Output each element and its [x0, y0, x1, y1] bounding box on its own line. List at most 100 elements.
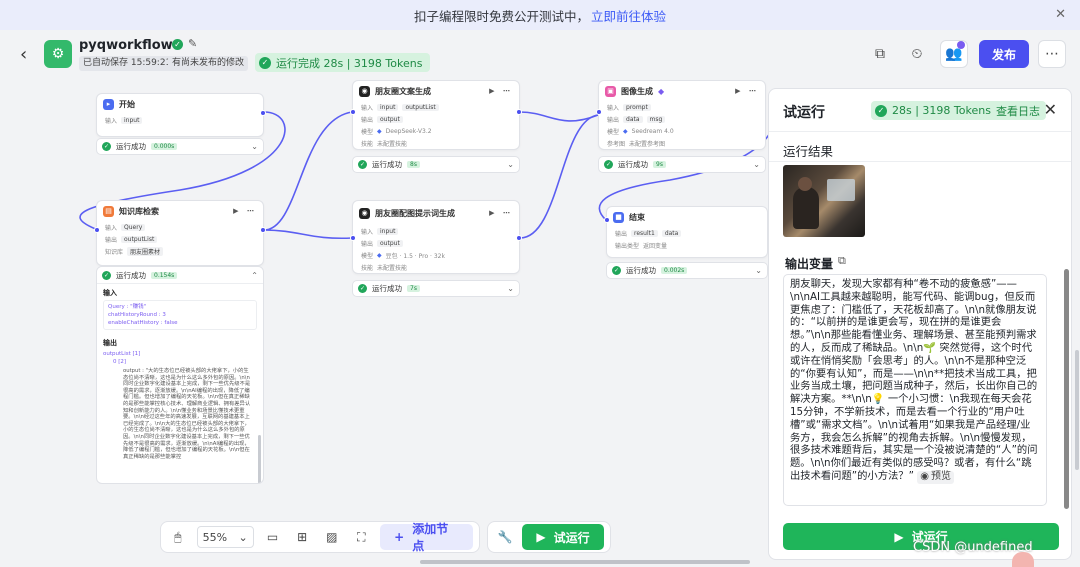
chevron-down-icon: ⌄: [238, 530, 248, 544]
node-copywrite[interactable]: ◉ 朋友圈文案生成 ▶ ⋯ 输入 input outputList 输出 output 模…: [350, 80, 522, 150]
diamond-icon: ◆: [658, 86, 665, 96]
chevron-down-icon[interactable]: ⌄: [507, 284, 514, 293]
run-text: 运行成功: [372, 284, 402, 293]
fit-view-icon[interactable]: ⛶: [351, 530, 373, 545]
input-label: 输入: [607, 104, 620, 112]
panel-title: 试运行: [783, 105, 825, 121]
run-toolbar: 🔧 ▶ 试运行: [487, 521, 611, 553]
tree-node[interactable]: 0 [2]: [103, 358, 257, 366]
close-icon[interactable]: ✕: [1055, 7, 1066, 22]
run-text: 运行成功: [116, 270, 146, 280]
input-tag: input: [377, 227, 399, 235]
detail-scrollbar[interactable]: [258, 435, 261, 483]
detail-output-text: output : "大的生态位已经被头部的大佬拿下，小的生态位尚不清晰，这也是为…: [123, 368, 251, 460]
back-arrow-icon[interactable]: ‹: [20, 44, 27, 65]
chevron-down-icon[interactable]: ⌄: [251, 142, 258, 151]
prompt-run-status[interactable]: ✓ 运行成功 7s ⌄: [352, 280, 520, 297]
copywrite-run-status[interactable]: ✓ 运行成功 8s ⌄: [352, 156, 520, 173]
input-label: 输入: [105, 117, 118, 125]
input-port[interactable]: [596, 109, 602, 115]
node-start[interactable]: ▸ 开始 输入 input: [96, 93, 266, 137]
output-text-box[interactable]: 朋友聊天，发现大家都有种“卷不动的疲惫感”——\n\nAI工具越来越聪明，能写代…: [783, 274, 1047, 506]
type-label: 输出类型: [615, 242, 640, 250]
kb-run-status[interactable]: ✓ 运行成功 0.154s ⌃: [97, 267, 263, 284]
mouse-icon[interactable]: 🖱: [167, 530, 189, 545]
node-copywrite-title: 朋友圈文案生成: [375, 86, 431, 96]
run-status-badge[interactable]: ✓ 运行完成 28s | 3198 Tokens: [255, 53, 431, 72]
page-scrollbar[interactable]: [1075, 350, 1079, 470]
chevron-down-icon[interactable]: ⌄: [755, 266, 762, 275]
chevron-up-icon[interactable]: ⌃: [251, 271, 258, 280]
node-knowledge-base[interactable]: ▤ 知识库检索 ▶ ⋯ 输入 Query 输出 outputList 知识库 朋友圈素材: [94, 200, 266, 266]
add-node-label: 添加节点: [412, 522, 449, 553]
node-prompt-title: 朋友圈配图提示词生成: [375, 208, 455, 218]
model-name: Seedream 4.0: [631, 127, 674, 135]
chevron-down-icon[interactable]: ⌄: [507, 160, 514, 169]
node-actions[interactable]: ▶ ⋯: [233, 207, 257, 215]
end-run-status[interactable]: ✓ 运行成功 0.002s ⌄: [606, 262, 768, 279]
llm-icon: ◉: [359, 207, 370, 219]
input-port[interactable]: [604, 217, 610, 223]
copy-icon[interactable]: ⧉: [838, 254, 846, 268]
input-port[interactable]: [94, 227, 100, 233]
node-actions[interactable]: ▶ ⋯: [735, 87, 759, 95]
skill-label: 技能: [361, 264, 374, 272]
close-icon[interactable]: ✕: [1044, 100, 1057, 119]
node-actions[interactable]: ▶ ⋯: [489, 209, 513, 217]
layout-icon[interactable]: ⊞: [291, 530, 313, 544]
model-name: DeepSeek-V3.2: [385, 127, 432, 135]
input-port[interactable]: [350, 109, 356, 115]
node-end[interactable]: ■ 结束 输出 result1 data 输出类型 返回变量: [604, 206, 768, 258]
output-tag: outputList: [121, 235, 158, 243]
minimap-icon[interactable]: ▨: [321, 530, 343, 544]
run-text: 运行成功: [618, 160, 648, 169]
output-port[interactable]: [260, 227, 266, 233]
output-port[interactable]: [260, 110, 266, 116]
start-run-status[interactable]: ✓ 运行成功 0.000s ⌄: [96, 138, 264, 155]
zoom-value: 55%: [202, 530, 228, 544]
ref-label: 参考图: [607, 140, 626, 148]
edge-kb-copywrite: [263, 111, 353, 231]
view-log-link[interactable]: 查看日志: [996, 103, 1040, 119]
panel-status-text: 28s | 3198 Tokens: [892, 104, 991, 117]
zoom-select[interactable]: 55% ⌄: [196, 526, 254, 548]
workflow-canvas[interactable]: ▸ 开始 输入 input ✓ 运行成功 0.000s ⌄ ▤ 知识库检索 ▶ ⋯ 输入 Que…: [0, 80, 768, 567]
canvas-horizontal-scrollbar[interactable]: [420, 560, 750, 564]
end-node-icon: ■: [613, 211, 624, 223]
play-icon: ▶: [536, 530, 546, 544]
input-label: 输入: [105, 224, 118, 232]
announcement-banner: 扣子编程限时免费公开测试中， 立即前往体验 ✕: [0, 0, 1080, 30]
input-port[interactable]: [350, 235, 356, 241]
banner-link[interactable]: 立即前往体验: [591, 6, 666, 25]
check-icon: ✓: [604, 160, 613, 169]
node-image-prompt[interactable]: ◉ 朋友圈配图提示词生成 ▶ ⋯ 输入 input 输出 output 模型 ◆ 豆包 · …: [350, 200, 522, 274]
node-actions[interactable]: ▶ ⋯: [489, 87, 513, 95]
history-icon[interactable]: ⏲: [903, 40, 931, 68]
output-port[interactable]: [516, 235, 522, 241]
panel-scrollbar[interactable]: [1064, 269, 1069, 509]
eye-icon: ◉: [920, 470, 929, 482]
publish-button[interactable]: 发布: [979, 40, 1029, 68]
preview-button[interactable]: ◉ 预览: [917, 470, 954, 484]
output-tag: output: [377, 115, 403, 123]
kb-run-detail: ✓ 运行成功 0.154s ⌃ 输入 Query : "赚钱" chatHistory…: [96, 266, 264, 484]
time-badge: 8s: [407, 161, 420, 168]
more-icon[interactable]: ⋯: [1038, 40, 1066, 68]
chevron-down-icon[interactable]: ⌄: [753, 160, 760, 169]
wrench-icon[interactable]: 🔧: [494, 530, 516, 544]
output-port[interactable]: [516, 109, 522, 115]
comment-icon[interactable]: ▭: [262, 530, 284, 544]
input-tag: input: [377, 103, 399, 111]
detail-output-title: 输出: [103, 339, 117, 347]
tree-node[interactable]: outputList [1]: [103, 350, 257, 358]
image-run-status[interactable]: ✓ 运行成功 9s ⌄: [598, 156, 766, 173]
collaborators-icon[interactable]: 👥: [940, 40, 968, 68]
copy-icon[interactable]: ⧉: [866, 40, 894, 68]
add-node-button[interactable]: + 添加节点: [380, 522, 473, 553]
node-image-generation[interactable]: ▣ 图像生成 ◆ ▶ ⋯ 输入 prompt 输出 data msg 模型 ◆ Seedream…: [596, 80, 766, 150]
run-status-text: 运行完成 28s | 3198 Tokens: [276, 56, 423, 70]
input-label: 输入: [361, 104, 374, 112]
edit-icon[interactable]: ✎: [188, 37, 197, 50]
result-image[interactable]: [783, 165, 865, 237]
test-run-button[interactable]: ▶ 试运行: [522, 524, 604, 550]
